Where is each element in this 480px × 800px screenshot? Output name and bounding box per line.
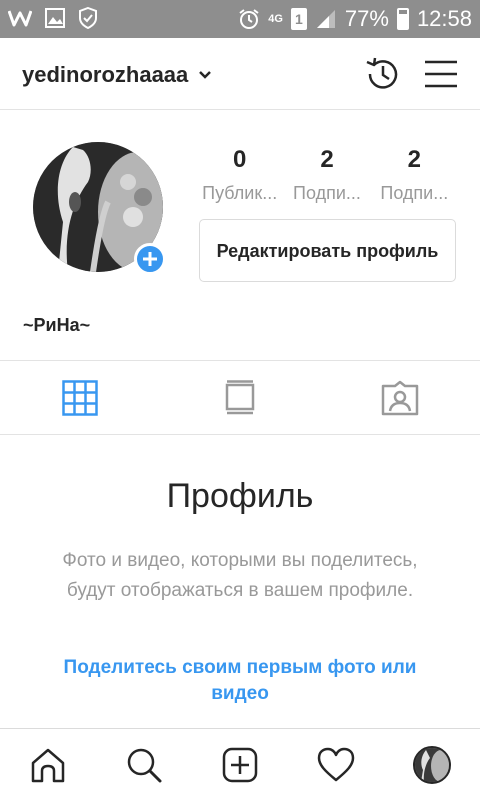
profile-tabs	[0, 360, 480, 435]
username: yedinorozhaaaa	[22, 62, 189, 87]
profile-stats: 0 Публик... 2 Подпи... 2 Подпи...	[196, 142, 458, 212]
tab-grid[interactable]	[0, 361, 160, 434]
menu-icon[interactable]	[421, 54, 461, 94]
alarm-icon	[239, 9, 259, 29]
share-first-photo-link[interactable]: Поделитесь своим первым фото или видео	[50, 655, 430, 707]
sim-indicator: 1	[290, 8, 307, 30]
stat-posts-label: Публик...	[202, 183, 278, 203]
history-icon[interactable]	[362, 54, 402, 94]
clock: 12:58	[416, 6, 472, 31]
add-story-button[interactable]	[134, 243, 166, 275]
tagged-icon	[381, 380, 419, 415]
nav-search[interactable]	[96, 729, 192, 800]
gallery-notification-icon	[45, 8, 65, 28]
nav-add-post[interactable]	[192, 729, 288, 800]
signal-icon	[316, 10, 335, 28]
stat-following-count: 2	[407, 146, 421, 173]
tab-tagged[interactable]	[320, 361, 480, 434]
profile-header: yedinorozhaaaa	[0, 38, 480, 110]
battery-icon	[396, 8, 409, 30]
plus-icon	[143, 252, 157, 266]
battery-fill	[398, 14, 407, 28]
stat-followers-count: 2	[320, 146, 334, 173]
empty-state-title: Профиль	[166, 477, 314, 515]
stat-following[interactable]: 2 Подпи...	[371, 142, 458, 212]
edit-profile-button[interactable]: Редактировать профиль	[199, 219, 456, 282]
network-type: 4G	[268, 13, 283, 25]
battery-percent: 77%	[344, 6, 389, 31]
system-status: 4G 1 77% 12:58	[238, 6, 472, 32]
nav-home[interactable]	[0, 729, 96, 800]
chevron-down-icon	[199, 71, 212, 79]
home-icon	[31, 748, 65, 782]
app-notification-icon	[8, 10, 32, 27]
display-name: ~РиНа~	[23, 315, 91, 335]
account-switcher[interactable]: yedinorozhaaaa	[22, 62, 212, 88]
notification-icons	[8, 7, 98, 29]
stat-posts-count: 0	[232, 146, 247, 173]
stat-followers[interactable]: 2 Подпи...	[283, 142, 370, 212]
nav-activity[interactable]	[288, 729, 384, 800]
heart-icon	[317, 747, 355, 781]
bottom-navigation	[0, 728, 480, 800]
tab-feed[interactable]	[160, 361, 320, 434]
empty-state-description: Фото и видео, которыми вы поделитесь, бу…	[62, 550, 418, 601]
feed-icon	[225, 379, 255, 414]
stat-following-label: Подпи...	[380, 183, 449, 203]
stat-posts[interactable]: 0 Публик...	[196, 142, 283, 212]
grid-icon	[62, 379, 98, 416]
status-bar: 4G 1 77% 12:58	[0, 0, 480, 38]
profile-avatar-icon	[413, 745, 451, 784]
shield-notification-icon	[79, 7, 97, 29]
search-icon	[127, 748, 162, 782]
add-post-icon	[222, 747, 258, 782]
nav-profile[interactable]	[384, 729, 480, 800]
stat-followers-label: Подпи...	[293, 183, 361, 203]
